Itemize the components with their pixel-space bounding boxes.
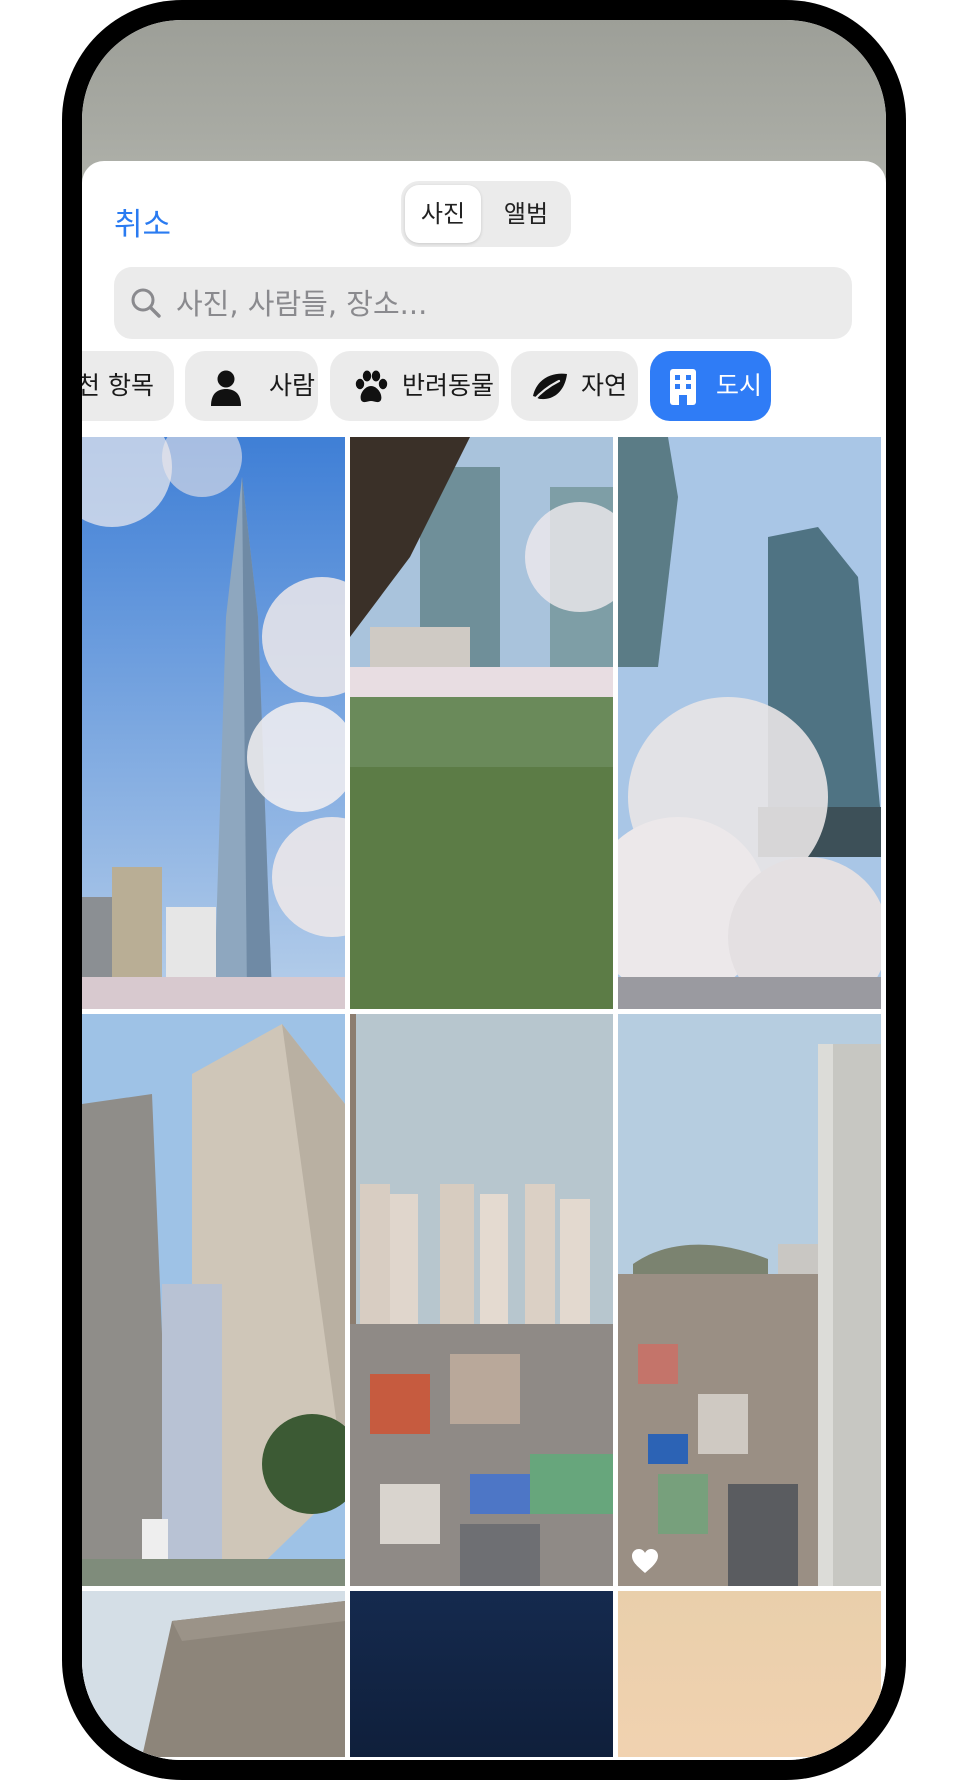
photo-thumbnail[interactable] (350, 437, 613, 1009)
photo-thumbnail[interactable] (82, 1591, 345, 1757)
category-chip-nature[interactable]: 자연 (511, 351, 638, 421)
category-chip-label: 사람 (269, 371, 316, 400)
photo-thumbnail[interactable] (350, 1014, 613, 1586)
photo-thumbnail[interactable] (82, 1014, 345, 1586)
photo-thumbnail[interactable] (82, 437, 345, 1009)
category-chip-recommended[interactable]: 추천 항목 (82, 351, 174, 421)
category-chip-label: 반려동물 (402, 371, 495, 400)
segment-photos[interactable]: 사진 (405, 185, 481, 243)
photo-thumbnail[interactable] (618, 1014, 881, 1586)
photo-grid (82, 437, 886, 1757)
category-filter-bar: 추천 항목 사람 (82, 351, 886, 421)
category-chip-label: 추천 항목 (82, 371, 154, 400)
search-icon (131, 288, 161, 318)
paw-icon (355, 370, 388, 403)
screen: 취소 사진 앨범 추천 항목 (82, 20, 886, 1760)
building-icon (670, 369, 696, 405)
category-chip-city[interactable]: 도시 (650, 351, 771, 421)
leaf-icon (532, 373, 567, 402)
photo-picker-sheet: 취소 사진 앨범 추천 항목 (82, 161, 886, 1760)
photo-thumbnail[interactable] (618, 1591, 881, 1757)
person-icon (211, 370, 241, 406)
photo-thumbnail[interactable] (618, 437, 881, 1009)
phone-frame: 취소 사진 앨범 추천 항목 (62, 0, 906, 1780)
category-chip-people[interactable]: 사람 (185, 351, 318, 421)
favorite-heart-icon (632, 1549, 658, 1573)
category-chip-label: 자연 (581, 371, 628, 400)
search-input[interactable] (174, 277, 828, 331)
photos-albums-segmented-control: 사진 앨범 (401, 181, 571, 247)
category-chip-label: 도시 (716, 371, 763, 400)
search-bar[interactable] (114, 267, 852, 339)
photo-thumbnail[interactable] (350, 1591, 613, 1757)
segment-albums[interactable]: 앨범 (485, 185, 567, 243)
category-chip-pets[interactable]: 반려동물 (330, 351, 499, 421)
cancel-button[interactable]: 취소 (114, 199, 171, 244)
